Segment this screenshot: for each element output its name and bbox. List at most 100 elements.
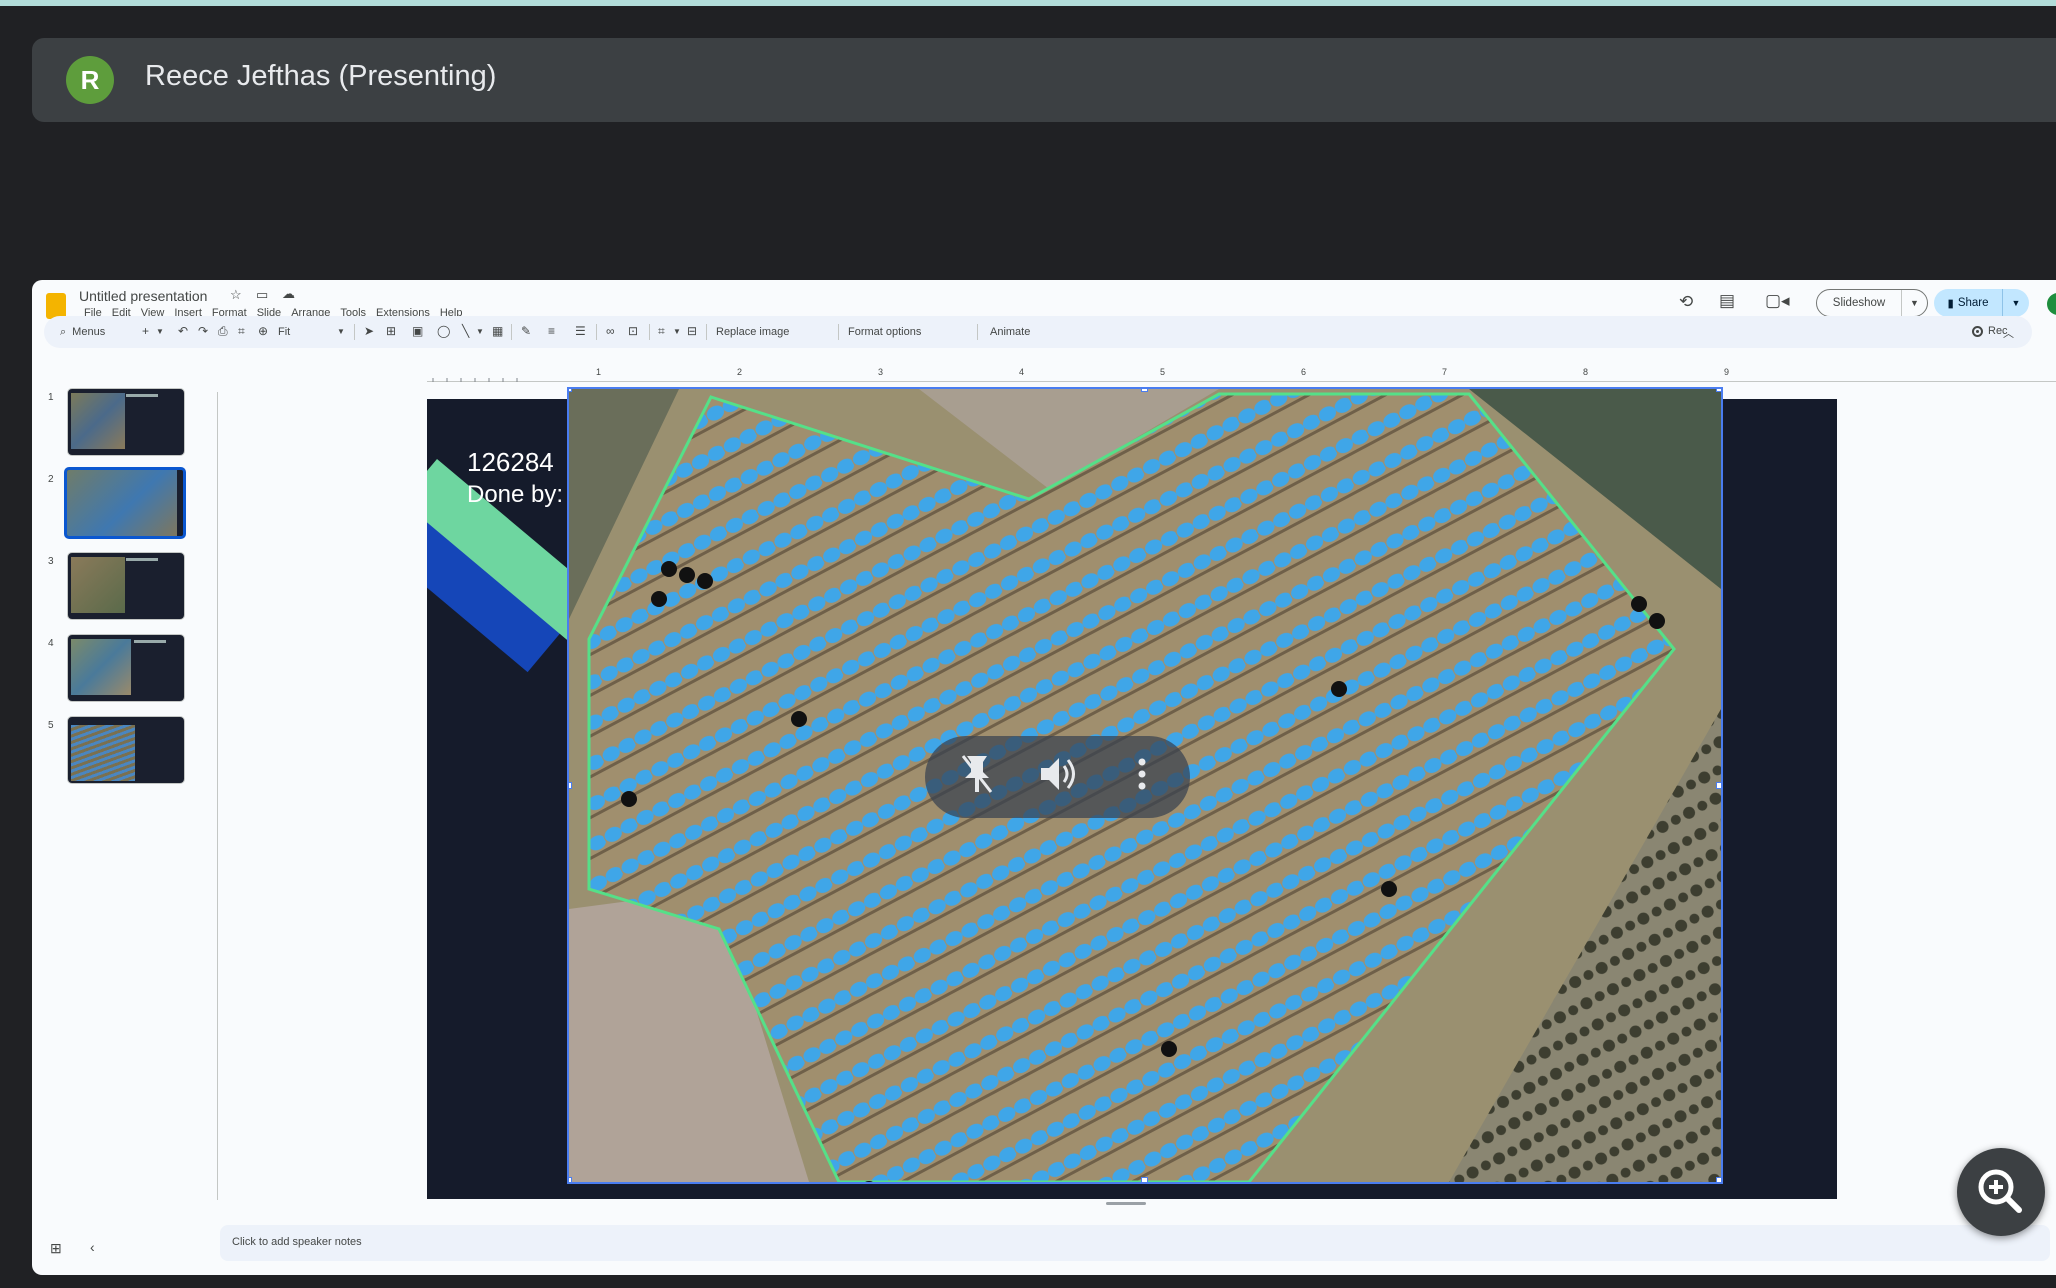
add-comment-icon[interactable]: ⊡: [628, 324, 638, 338]
collapse-filmstrip-icon[interactable]: ‹: [90, 1239, 95, 1255]
thumbnail-text: [126, 394, 158, 397]
crop-icon[interactable]: ⌗: [658, 324, 665, 339]
ruler-label: 5: [1160, 367, 1166, 377]
image-options-icon[interactable]: ▦: [492, 324, 503, 338]
format-options-button[interactable]: Format options: [848, 326, 921, 338]
speaker-notes[interactable]: Click to add speaker notes: [220, 1225, 2050, 1261]
replace-image-button[interactable]: Replace image: [716, 326, 789, 338]
resize-handle[interactable]: [1716, 782, 1721, 789]
thumbnail-image: [71, 557, 125, 613]
ruler-label: 7: [1442, 367, 1448, 377]
thumbnail-text: [134, 640, 166, 643]
chevron-up-icon[interactable]: ︿: [2003, 325, 2014, 341]
toolbar-divider: [838, 324, 839, 340]
resize-handle[interactable]: [569, 782, 572, 789]
border-dash-icon[interactable]: ☰: [575, 324, 586, 338]
slide-thumbnail[interactable]: [67, 716, 185, 784]
chevron-down-icon[interactable]: ▼: [337, 327, 345, 336]
more-options-icon[interactable]: [1132, 752, 1152, 806]
chevron-down-icon[interactable]: ▼: [1902, 298, 1927, 308]
presenter-bar: R Reece Jefthas (Presenting): [32, 38, 2056, 122]
share-button[interactable]: ▮ Share ▼: [1934, 289, 2029, 317]
resize-handle[interactable]: [1141, 389, 1148, 392]
share-main[interactable]: ▮ Share: [1934, 289, 2003, 317]
meet-call-icon[interactable]: ▢◂: [1765, 291, 1790, 311]
search-icon: ⌕: [60, 325, 67, 338]
unpin-icon[interactable]: [957, 752, 997, 806]
slide-thumbnail[interactable]: [67, 388, 185, 456]
presenter-avatar: R: [66, 56, 114, 104]
slide-text-done-by[interactable]: Done by:: [467, 481, 563, 509]
ruler-label: 8: [1583, 367, 1589, 377]
resize-handle[interactable]: [569, 389, 572, 392]
resize-handle[interactable]: [569, 1177, 572, 1182]
shape-icon[interactable]: ◯: [437, 324, 450, 338]
document-title[interactable]: Untitled presentation: [79, 288, 207, 304]
slide-number: 5: [48, 720, 54, 731]
ruler-label: 6: [1301, 367, 1307, 377]
zoom-icon[interactable]: ⊕: [258, 324, 268, 338]
link-icon[interactable]: ∞: [606, 324, 615, 338]
slideshow-label[interactable]: Slideshow: [1817, 290, 1902, 316]
paint-format-icon[interactable]: ⌗: [238, 324, 245, 339]
animate-button[interactable]: Animate: [990, 326, 1030, 338]
presenter-name: Reece Jefthas (Presenting): [145, 60, 497, 92]
slide-thumbnail[interactable]: [67, 634, 185, 702]
resize-handle[interactable]: [1141, 1177, 1148, 1182]
zoom-button[interactable]: [1957, 1148, 2045, 1236]
cloud-saved-icon[interactable]: ☁: [282, 286, 295, 302]
account-avatar[interactable]: [2047, 293, 2056, 315]
comments-icon[interactable]: ▤: [1719, 291, 1735, 311]
toolbar-divider: [706, 324, 707, 340]
slide-thumbnail-selected[interactable]: [64, 467, 186, 539]
image-icon[interactable]: ▣: [412, 324, 423, 338]
vertical-ruler: [207, 392, 218, 1200]
new-slide-icon[interactable]: +: [142, 324, 149, 338]
line-icon[interactable]: ╲: [462, 324, 469, 338]
toolbar: ⌕ Menus + ▼ ↶ ↷ ⎙ ⌗ ⊕ Fit ▼ ➤ ⊞ ▣ ◯ ╲ ▼ …: [44, 316, 2032, 348]
ruler-label: 2: [737, 367, 743, 377]
grid-view-icon[interactable]: ⊞: [50, 1240, 62, 1257]
star-icon[interactable]: ☆: [230, 287, 242, 303]
thumbnail-image: [71, 725, 135, 781]
undo-icon[interactable]: ↶: [178, 324, 188, 338]
move-folder-icon[interactable]: ▭: [256, 287, 268, 303]
media-controls: [925, 736, 1190, 818]
reset-image-icon[interactable]: ⊟: [687, 324, 697, 338]
zoom-in-icon: [1978, 1169, 2022, 1213]
thumbnail-image: [67, 470, 177, 536]
print-icon[interactable]: ⎙: [218, 324, 228, 339]
ruler-label: 9: [1724, 367, 1730, 377]
redo-icon[interactable]: ↷: [198, 324, 208, 338]
slideshow-button[interactable]: Slideshow ▼: [1816, 289, 1928, 317]
toolbar-divider: [977, 324, 978, 340]
select-cursor-icon[interactable]: ➤: [364, 324, 374, 338]
menus-search[interactable]: ⌕ Menus: [54, 321, 134, 343]
speaker-notes-placeholder: Click to add speaker notes: [232, 1236, 362, 1248]
border-weight-icon[interactable]: ≡: [548, 324, 555, 338]
volume-icon[interactable]: [1037, 752, 1079, 806]
slide-thumbnail[interactable]: [67, 552, 185, 620]
text-box-icon[interactable]: ⊞: [386, 324, 396, 338]
ruler-label: 4: [1019, 367, 1025, 377]
resize-handle[interactable]: [1716, 389, 1721, 392]
chevron-down-icon[interactable]: ▼: [156, 327, 164, 336]
slide-number: 1: [48, 392, 54, 403]
notes-resize-handle[interactable]: [1106, 1202, 1146, 1205]
resize-handle[interactable]: [1716, 1177, 1721, 1182]
slide-number: 4: [48, 638, 54, 649]
slide-text-number[interactable]: 126284: [467, 447, 554, 478]
toolbar-divider: [511, 324, 512, 340]
chevron-down-icon[interactable]: ▼: [2003, 298, 2029, 308]
thumbnail-image: [71, 393, 125, 449]
zoom-select[interactable]: Fit: [278, 326, 290, 338]
pen-icon[interactable]: ✎: [521, 324, 531, 338]
toolbar-divider: [596, 324, 597, 340]
chevron-down-icon[interactable]: ▼: [673, 327, 681, 336]
chevron-down-icon[interactable]: ▼: [476, 327, 484, 336]
share-label: Share: [1957, 297, 1989, 309]
slide-number: 2: [48, 474, 54, 485]
thumbnail-text: [126, 558, 158, 561]
version-history-icon[interactable]: ⟲: [1679, 292, 1693, 312]
toolbar-divider: [354, 324, 355, 340]
